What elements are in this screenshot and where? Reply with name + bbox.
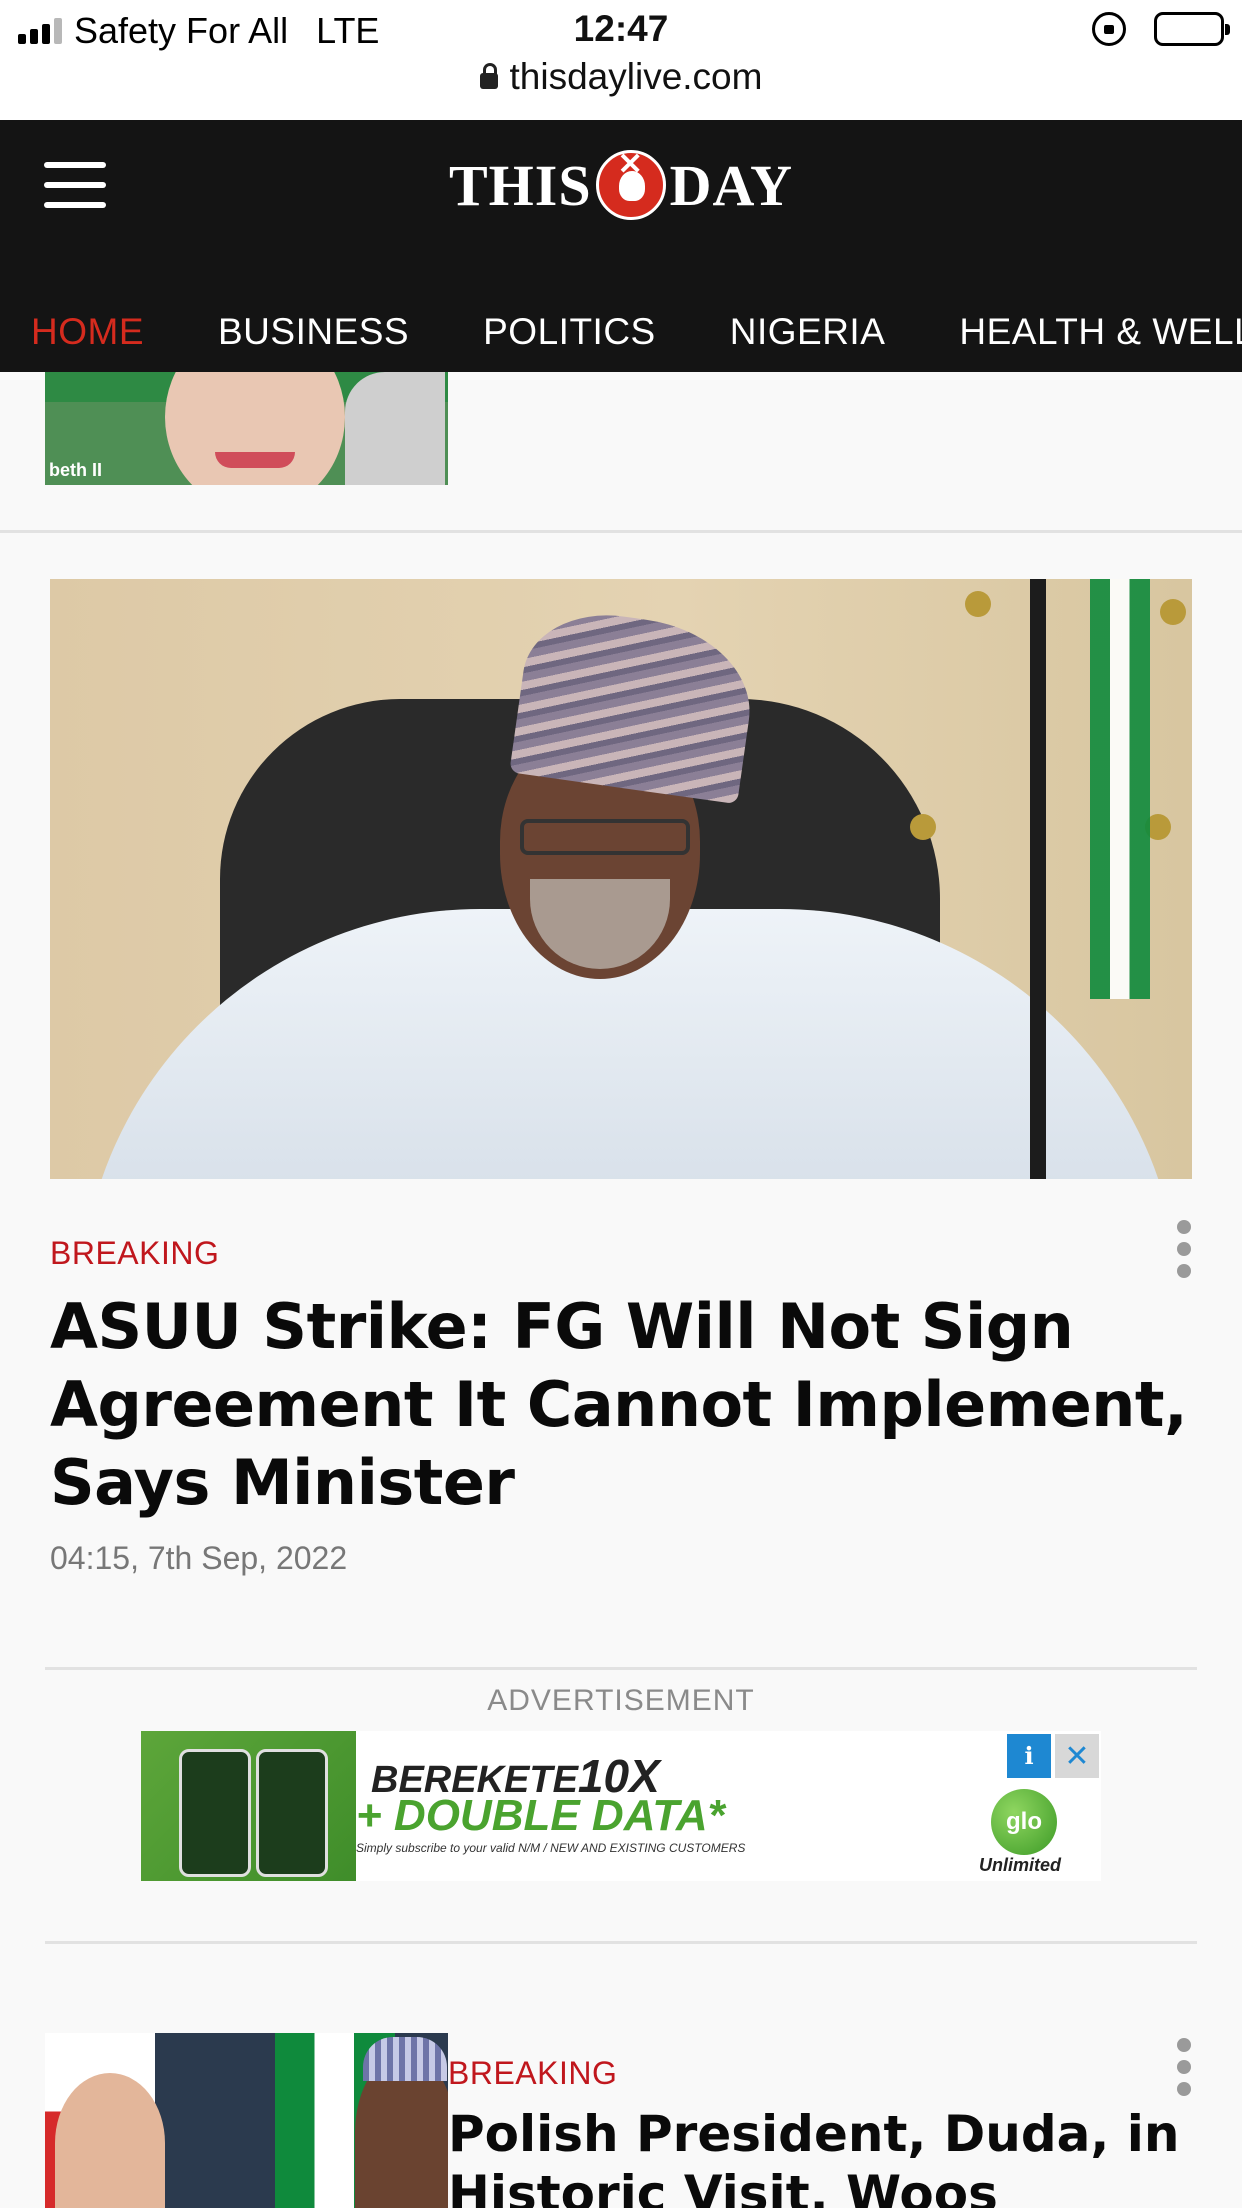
ad-divider-bottom bbox=[45, 1941, 1197, 1944]
info-icon[interactable]: ℹ bbox=[1007, 1734, 1051, 1778]
logo-text-left: THIS bbox=[449, 152, 592, 218]
section-divider bbox=[0, 530, 1242, 533]
orientation-lock-icon bbox=[1092, 12, 1126, 46]
nav-item-politics[interactable]: POLITICS bbox=[483, 311, 656, 353]
ad-banner[interactable]: BEREKETE10X + DOUBLE DATA* Simply subscr… bbox=[141, 1731, 1101, 1881]
featured-kicker[interactable]: BREAKING bbox=[50, 1235, 219, 1272]
close-icon[interactable]: ✕ bbox=[1055, 1734, 1099, 1778]
nav-item-home[interactable]: HOME bbox=[31, 311, 144, 353]
second-headline[interactable]: Polish President, Duda, in Historic Visi… bbox=[448, 2104, 1228, 2208]
padlock-icon bbox=[479, 63, 498, 89]
status-bar: Safety For All LTE 12:47 thisdaylive.com bbox=[0, 0, 1242, 120]
ad-phones-graphic bbox=[141, 1731, 356, 1881]
glo-logo: glo bbox=[991, 1789, 1057, 1855]
more-options-icon[interactable] bbox=[1174, 1220, 1194, 1278]
logo-text-right: DAY bbox=[669, 152, 793, 218]
address-bar[interactable]: thisdaylive.com bbox=[0, 56, 1242, 98]
battery-icon bbox=[1154, 12, 1230, 46]
nav-item-health[interactable]: HEALTH & WELLE bbox=[959, 311, 1242, 353]
featured-headline[interactable]: ASUU Strike: FG Will Not Sign Agreement … bbox=[50, 1288, 1200, 1522]
ad-label: ADVERTISEMENT bbox=[487, 1684, 755, 1717]
ad-line3: Simply subscribe to your valid N/M / NEW… bbox=[356, 1841, 746, 1855]
status-time: 12:47 bbox=[573, 8, 669, 49]
site-logo[interactable]: THIS DAY bbox=[0, 147, 1242, 220]
article-thumbnail-queen[interactable]: beth II bbox=[45, 372, 448, 485]
nav-item-nigeria[interactable]: NIGERIA bbox=[730, 311, 886, 353]
nav-item-business[interactable]: BUSINESS bbox=[218, 311, 409, 353]
status-bar-right bbox=[1092, 12, 1230, 46]
article-thumbnail-duda[interactable] bbox=[45, 2033, 448, 2208]
address-url[interactable]: thisdaylive.com bbox=[510, 56, 763, 98]
thumbnail-caption: beth II bbox=[49, 460, 102, 480]
category-nav: HOME BUSINESS POLITICS NIGERIA HEALTH & … bbox=[0, 292, 1242, 372]
ad-line2: + DOUBLE DATA* bbox=[356, 1791, 725, 1840]
glo-tagline: Unlimited bbox=[979, 1855, 1062, 1875]
featured-article-image[interactable] bbox=[50, 579, 1192, 1179]
site-header: THIS DAY HOME BUSINESS POLITICS NIGERIA … bbox=[0, 120, 1242, 372]
ad-divider-top bbox=[45, 1667, 1197, 1670]
logo-emblem-icon bbox=[595, 147, 666, 220]
more-options-icon[interactable] bbox=[1174, 2038, 1194, 2096]
second-kicker[interactable]: BREAKING bbox=[448, 2055, 617, 2092]
featured-date: 04:15, 7th Sep, 2022 bbox=[50, 1540, 348, 1576]
